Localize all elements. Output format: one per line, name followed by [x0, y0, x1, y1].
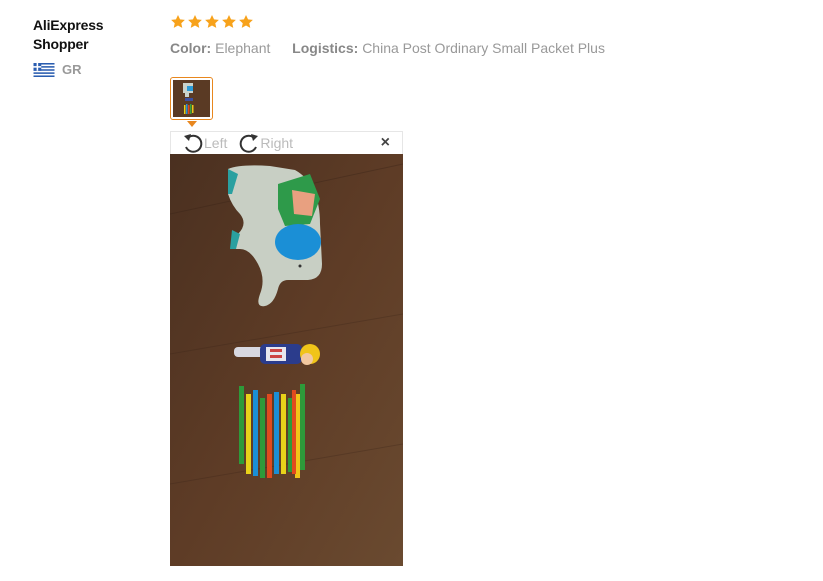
star-icon: [239, 15, 253, 28]
photo-viewer: Left Right ×: [170, 131, 403, 567]
viewer-toolbar: Left Right ×: [170, 131, 403, 154]
reviewer-info: AliExpress Shopper GR: [33, 16, 133, 77]
star-icon: [171, 15, 185, 28]
rotate-left-button[interactable]: Left: [181, 132, 227, 154]
close-button[interactable]: ×: [381, 134, 390, 152]
reviewer-country: GR: [33, 62, 133, 77]
rotate-left-label: Left: [204, 135, 228, 151]
star-icon: [188, 15, 202, 28]
review-photo: [170, 154, 403, 566]
rotate-left-icon: [184, 134, 203, 153]
review-content: Color: Elephant Logistics: China Post Or…: [170, 14, 605, 56]
star-icon: [205, 15, 219, 28]
star-rating: [170, 14, 605, 34]
country-code: GR: [62, 62, 82, 77]
greece-flag-icon: [33, 62, 55, 77]
attribute-value: Elephant: [215, 40, 271, 56]
thumbnail-pointer: [187, 121, 197, 127]
attribute-label: Color:: [170, 40, 212, 56]
review-attributes: Color: Elephant Logistics: China Post Or…: [170, 40, 605, 56]
rotate-right-button[interactable]: Right: [237, 132, 293, 154]
review-photo-thumbnail[interactable]: [170, 77, 213, 120]
attribute-label: Logistics:: [292, 40, 359, 56]
attribute-value: China Post Ordinary Small Packet Plus: [362, 40, 605, 56]
reviewer-name: AliExpress Shopper: [33, 17, 104, 52]
photo-thumbnail-image: [173, 80, 210, 117]
rotate-right-icon: [240, 134, 259, 153]
rotate-right-label: Right: [260, 135, 294, 151]
star-icon: [222, 15, 236, 28]
